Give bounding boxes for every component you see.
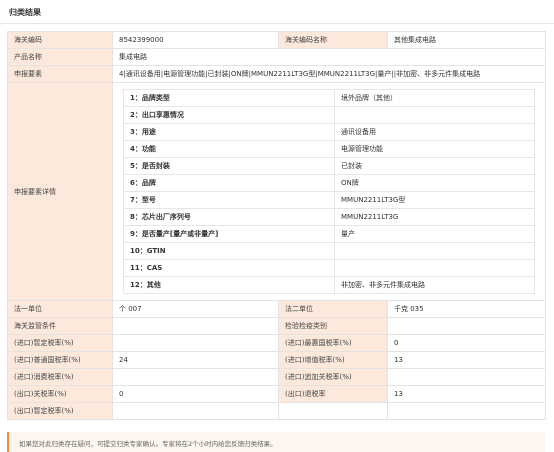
detail-value: 境外品牌（其他） (334, 89, 535, 107)
product-label: 产品名称 (7, 48, 113, 66)
detail-value: 非加密、非多元件集成电路 (334, 276, 535, 294)
detail-row: 9：是否量产[量产或非量产] 量产 (123, 225, 535, 243)
table-row: (进口)消费税率(%) (进口)追加关税率(%) (7, 368, 546, 386)
table-row: (进口)普通国税率(%) 24 (进口)增值税率(%) 13 (7, 351, 546, 369)
elements-label: 申报要素 (7, 65, 113, 83)
rate-value: 0 (387, 334, 546, 352)
rate-label: (进口)普通国税率(%) (7, 351, 113, 369)
rate-label: (进口)最惠国税率(%) (278, 334, 388, 352)
empty-cell (278, 402, 388, 420)
detail-row: 10：GTIN (123, 242, 535, 260)
detail-value: 已封装 (334, 157, 535, 175)
table-row: (出口)暂定税率(%) (7, 402, 546, 420)
detail-value: 电源管理功能 (334, 140, 535, 158)
elements-value: 4|通讯设备用|电源管理功能|已封装|ON牌|MMUN2211LT3G型|MMU… (112, 65, 546, 83)
rate-label: (进口)暂定税率(%) (7, 334, 113, 352)
detail-row: 6：品牌 ON牌 (123, 174, 535, 192)
detail-value: MMUN2211LT3G型 (334, 191, 535, 209)
table-row: (进口)暂定税率(%) (进口)最惠国税率(%) 0 (7, 334, 546, 352)
detail-row: 4：功能 电源管理功能 (123, 140, 535, 158)
table-row: 海关监管条件 检验检疫类别 (7, 317, 546, 335)
rate-label: (出口)暂定税率(%) (7, 402, 113, 420)
result-header: 归类结果 (0, 0, 554, 24)
product-value: 集成电路 (112, 48, 546, 66)
detail-value: ON牌 (334, 174, 535, 192)
table-row: 海关编码 8542399000 海关编码名称 其他集成电路 (7, 31, 546, 49)
detail-key: 6：品牌 (123, 174, 335, 192)
detail-value: 通讯设备用 (334, 123, 535, 141)
detail-row: 1：品牌类型 境外品牌（其他） (123, 89, 535, 107)
details-cell: 1：品牌类型 境外品牌（其他） 2：出口享惠情况 3：用途 通讯设备用 4：功能 电源管理功… (112, 82, 546, 301)
detail-key: 9：是否量产[量产或非量产] (123, 225, 335, 243)
rate-value: 13 (387, 385, 546, 403)
rate-value (112, 402, 279, 420)
notice-text: 如果您对此归类存在疑问，可提交归类专家确认。专家将在2个小时内给您反馈归类结果。 (19, 440, 277, 448)
supervision-label: 海关监管条件 (7, 317, 113, 335)
rate-label: (进口)追加关税率(%) (278, 368, 388, 386)
expert-notice: 如果您对此归类存在疑问，可提交归类专家确认。专家将在2个小时内给您反馈归类结果。 (7, 432, 545, 452)
inspection-value (387, 317, 546, 335)
rate-value: 24 (112, 351, 279, 369)
rate-value: 13 (387, 351, 546, 369)
detail-row: 12：其他 非加密、非多元件集成电路 (123, 276, 535, 294)
detail-value (334, 106, 535, 124)
rate-label: (出口)关税率(%) (7, 385, 113, 403)
detail-key: 8：芯片出厂序列号 (123, 208, 335, 226)
rate-label: (进口)增值税率(%) (278, 351, 388, 369)
detail-row: 7：型号 MMUN2211LT3G型 (123, 191, 535, 209)
table-row: (出口)关税率(%) 0 (出口)退税率 13 (7, 385, 546, 403)
detail-row: 3：用途 通讯设备用 (123, 123, 535, 141)
detail-value: MMUN2211LT3G (334, 208, 535, 226)
inspection-label: 检验检疫类别 (278, 317, 388, 335)
hs-name-value: 其他集成电路 (387, 31, 546, 49)
detail-row: 5：是否封装 已封装 (123, 157, 535, 175)
detail-key: 5：是否封装 (123, 157, 335, 175)
detail-key: 2：出口享惠情况 (123, 106, 335, 124)
rate-label: (出口)退税率 (278, 385, 388, 403)
hs-code-value: 8542399000 (112, 31, 279, 49)
hs-name-label: 海关编码名称 (278, 31, 388, 49)
supervision-value (112, 317, 279, 335)
page-title: 归类结果 (9, 8, 41, 17)
detail-key: 1：品牌类型 (123, 89, 335, 107)
rate-value: 0 (112, 385, 279, 403)
detail-key: 12：其他 (123, 276, 335, 294)
detail-key: 10：GTIN (123, 242, 335, 260)
table-row: 产品名称 集成电路 (7, 48, 546, 66)
rate-value (112, 368, 279, 386)
unit2-label: 法二单位 (278, 300, 388, 318)
table-row: 申报要素 4|通讯设备用|电源管理功能|已封装|ON牌|MMUN2211LT3G… (7, 65, 546, 83)
classification-table: 海关编码 8542399000 海关编码名称 其他集成电路 产品名称 集成电路 … (7, 31, 546, 420)
details-table: 1：品牌类型 境外品牌（其他） 2：出口享惠情况 3：用途 通讯设备用 4：功能 电源管理功… (123, 89, 535, 294)
rate-label: (进口)消费税率(%) (7, 368, 113, 386)
detail-key: 3：用途 (123, 123, 335, 141)
detail-row: 8：芯片出厂序列号 MMUN2211LT3G (123, 208, 535, 226)
unit2-value: 千克 035 (387, 300, 546, 318)
detail-row: 11：CAS (123, 259, 535, 277)
rate-value (387, 368, 546, 386)
detail-value (334, 242, 535, 260)
unit1-value: 个 007 (112, 300, 279, 318)
detail-value (334, 259, 535, 277)
detail-row: 2：出口享惠情况 (123, 106, 535, 124)
table-row: 法一单位 个 007 法二单位 千克 035 (7, 300, 546, 318)
detail-key: 7：型号 (123, 191, 335, 209)
rate-value (112, 334, 279, 352)
hs-code-label: 海关编码 (7, 31, 113, 49)
detail-key: 4：功能 (123, 140, 335, 158)
detail-value: 量产 (334, 225, 535, 243)
unit1-label: 法一单位 (7, 300, 113, 318)
table-row: 申报要素详情 1：品牌类型 境外品牌（其他） 2：出口享惠情况 3：用途 通讯设备用 4：… (7, 82, 546, 301)
detail-key: 11：CAS (123, 259, 335, 277)
details-label: 申报要素详情 (7, 82, 113, 301)
empty-cell (387, 402, 546, 420)
